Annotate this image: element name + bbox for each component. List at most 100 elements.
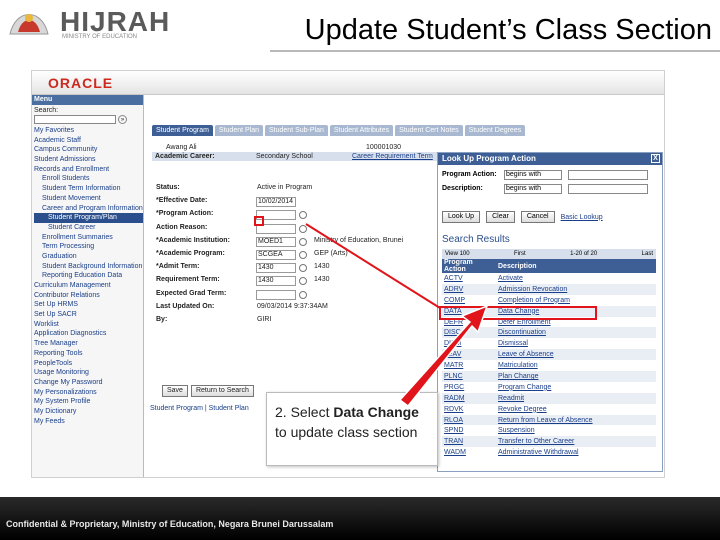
table-row[interactable]: WADM Administrative Withdrawal (442, 447, 656, 458)
program-action-description[interactable]: Administrative Withdrawal (496, 447, 656, 458)
clear-button[interactable]: Clear (486, 211, 515, 223)
program-action-description[interactable]: Readmit (496, 392, 656, 404)
program-action-code[interactable]: LEAV (442, 349, 496, 361)
tab-student-degrees[interactable]: Student Degrees (464, 125, 526, 136)
program-action-code[interactable]: WADM (442, 447, 496, 458)
menu-item[interactable]: Set Up HRMS (34, 300, 143, 310)
program-action-description[interactable]: Return from Leave of Absence (496, 414, 656, 426)
tab-student-attributes[interactable]: Student Attributes (329, 125, 394, 136)
menu-item[interactable]: My System Profile (34, 397, 143, 407)
menu-item[interactable]: Reporting Education Data (34, 271, 143, 281)
program-action-description[interactable]: Program Change (496, 382, 656, 393)
table-row[interactable]: RADM Readmit (442, 392, 656, 404)
form-input[interactable]: MOED1 (256, 236, 296, 247)
table-row[interactable]: RLOA Return from Leave of Absence (442, 414, 656, 426)
program-action-description[interactable]: Discontinuation (496, 327, 656, 339)
first-link[interactable]: First (514, 249, 526, 259)
program-action-code[interactable]: MATR (442, 360, 496, 371)
lookup-icon[interactable] (299, 224, 307, 233)
menu-item[interactable]: Contributor Relations (34, 291, 143, 301)
table-row[interactable]: SPND Suspension (442, 425, 656, 436)
form-input[interactable]: 10/02/2014 (256, 197, 296, 208)
menu-item[interactable]: Set Up SACR (34, 310, 143, 320)
menu-item[interactable]: Academic Staff (34, 136, 143, 146)
menu-item[interactable]: Student Movement (34, 194, 143, 204)
program-action-code[interactable]: RLOA (442, 414, 496, 426)
tab-student-sub-plan[interactable]: Student Sub-Plan (265, 125, 328, 136)
form-input[interactable]: 1430 (256, 276, 296, 287)
program-action-description[interactable]: Plan Change (496, 371, 656, 382)
program-action-description[interactable]: Transfer to Other Career (496, 436, 656, 448)
menu-item[interactable]: Worklist (34, 320, 143, 330)
search-go-icon[interactable]: » (118, 115, 127, 124)
program-action-code[interactable]: PLNC (442, 371, 496, 382)
save-button[interactable]: Save (162, 385, 188, 397)
program-action-code[interactable]: TRAN (442, 436, 496, 448)
lookup-icon[interactable] (299, 237, 307, 246)
menu-item[interactable]: Career and Program Information (34, 204, 143, 214)
program-action-code[interactable]: ACTV (442, 273, 496, 284)
menu-item[interactable]: Student Career (34, 223, 143, 233)
menu-item[interactable]: My Personalizations (34, 388, 143, 398)
menu-item[interactable]: Student Program/Plan (34, 213, 143, 223)
table-row[interactable]: DISC Discontinuation (442, 327, 656, 339)
description-operator[interactable]: begins with (504, 184, 562, 194)
lookup-icon[interactable] (299, 211, 307, 220)
menu-item[interactable]: Student Admissions (34, 155, 143, 165)
lookup-icon[interactable] (299, 290, 307, 299)
menu-item[interactable]: Student Background Information (34, 262, 143, 272)
menu-item[interactable]: Records and Enrollment (34, 165, 143, 175)
program-action-code[interactable]: RADM (442, 392, 496, 404)
menu-item[interactable]: My Favorites (34, 126, 143, 136)
last-link[interactable]: Last (642, 249, 653, 259)
program-action-code[interactable]: SPND (442, 425, 496, 436)
page-links[interactable]: Student Program | Student Plan (150, 405, 249, 412)
menu-item[interactable]: Enroll Students (34, 174, 143, 184)
view-100-link[interactable]: View 100 (445, 249, 470, 259)
menu-item[interactable]: Reporting Tools (34, 349, 143, 359)
program-action-code[interactable]: DISC (442, 327, 496, 339)
program-action-description[interactable]: Revoke Degree (496, 404, 656, 415)
lookup-icon[interactable] (299, 264, 307, 273)
tab-student-plan[interactable]: Student Plan (214, 125, 264, 136)
menu-search-input[interactable] (34, 115, 116, 124)
lookup-icon[interactable] (299, 251, 307, 259)
career-requirement-link[interactable]: Career Requirement Term (352, 152, 433, 161)
program-action-code[interactable]: PRGC (442, 382, 496, 393)
program-action-description[interactable]: Completion of Program (496, 295, 656, 306)
menu-item[interactable]: Graduation (34, 252, 143, 262)
basic-lookup-link[interactable]: Basic Lookup (561, 214, 603, 221)
program-action-description[interactable]: Dismissal (496, 338, 656, 349)
menu-item[interactable]: PeopleTools (34, 359, 143, 369)
form-input[interactable]: 1430 (256, 263, 296, 274)
menu-item[interactable]: My Feeds (34, 417, 143, 427)
table-row[interactable]: ACTV Activate (442, 273, 656, 284)
program-action-operator[interactable]: begins with (504, 170, 562, 180)
lookup-button[interactable]: Look Up (442, 211, 481, 223)
menu-item[interactable]: Enrollment Summaries (34, 233, 143, 243)
table-row[interactable]: COMP Completion of Program (442, 295, 656, 306)
description-input[interactable] (568, 184, 648, 194)
menu-item[interactable]: Change My Password (34, 378, 143, 388)
form-input[interactable] (256, 289, 296, 300)
program-action-description[interactable]: Leave of Absence (496, 349, 656, 361)
table-row[interactable]: ADRV Admission Revocation (442, 283, 656, 295)
menu-item[interactable]: Term Processing (34, 242, 143, 252)
close-icon[interactable]: X (651, 154, 660, 163)
tab-student-cert-notes[interactable]: Student Cert Notes (395, 125, 463, 136)
lookup-icon[interactable] (299, 277, 307, 286)
program-action-description[interactable]: Admission Revocation (496, 283, 656, 295)
table-row[interactable]: DISM Dismissal (442, 338, 656, 349)
menu-item[interactable]: Curriculum Management (34, 281, 143, 291)
program-action-code[interactable]: COMP (442, 295, 496, 306)
table-row[interactable]: PLNC Plan Change (442, 371, 656, 382)
menu-item[interactable]: Usage Monitoring (34, 368, 143, 378)
table-row[interactable]: PRGC Program Change (442, 382, 656, 393)
program-action-description[interactable]: Suspension (496, 425, 656, 436)
form-input[interactable]: SCGEA (256, 250, 296, 260)
program-action-code[interactable]: DISM (442, 338, 496, 349)
menu-item[interactable]: My Dictionary (34, 407, 143, 417)
cancel-button[interactable]: Cancel (520, 211, 555, 223)
program-action-code[interactable]: ADRV (442, 283, 496, 295)
table-row[interactable]: LEAV Leave of Absence (442, 349, 656, 361)
